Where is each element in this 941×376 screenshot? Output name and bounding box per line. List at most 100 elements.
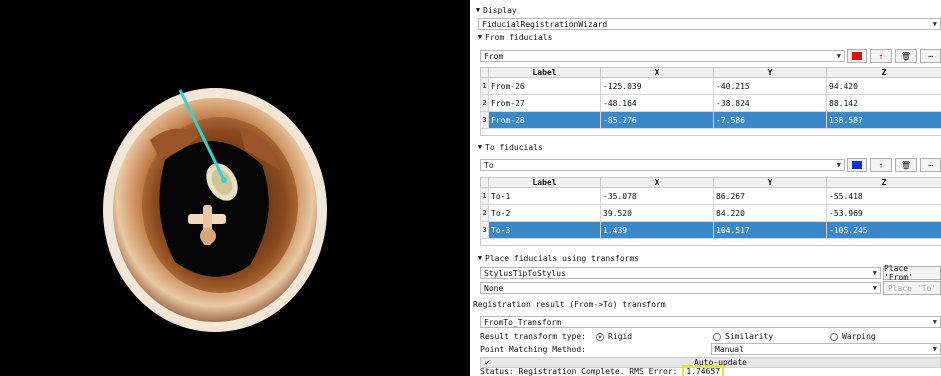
- to-section-header[interactable]: ▼ To fiducials: [475, 141, 543, 153]
- place-section-title: Place fiducials using transforms: [485, 253, 640, 263]
- place-transform2-value: None: [484, 283, 504, 293]
- trash-icon: 🗑: [900, 51, 912, 61]
- row-index: 1: [480, 187, 489, 205]
- to-delete-button[interactable]: 🗑: [895, 158, 917, 172]
- cell-z[interactable]: -105.245: [826, 221, 941, 239]
- checkmark-icon[interactable]: ✔: [485, 358, 490, 367]
- from-color-swatch: [852, 52, 862, 60]
- table-row-selected[interactable]: 3 From-28 -85.276 -7.586 138.587: [480, 111, 941, 129]
- cell-label[interactable]: To-1: [488, 187, 601, 205]
- cell-label[interactable]: To-3: [488, 221, 601, 239]
- radio-rigid[interactable]: Rigid: [596, 330, 632, 342]
- table-row-selected[interactable]: 3 To-3 1.439 104.517 -105.245: [480, 221, 941, 239]
- place-to-button[interactable]: Place 'To': [883, 281, 941, 295]
- radio-warping-label: Warping: [842, 331, 876, 341]
- triangle-down-icon: ▼: [477, 143, 483, 151]
- row-index: 3: [480, 111, 489, 129]
- cell-x[interactable]: 1.439: [600, 221, 714, 239]
- place-section-header[interactable]: ▼ Place fiducials using transforms: [475, 252, 639, 264]
- cell-y[interactable]: -7.586: [713, 111, 827, 129]
- to-color-button[interactable]: [847, 158, 867, 172]
- place-to-label: Place 'To': [887, 283, 937, 293]
- place-transform1-value: StylusTipToStylus: [484, 268, 566, 278]
- to-place-button[interactable]: ⇡: [870, 158, 892, 172]
- column-header-x[interactable]: X: [600, 67, 714, 78]
- radio-warping[interactable]: Warping: [830, 330, 876, 342]
- chevron-down-icon: ▼: [932, 318, 937, 326]
- cell-label[interactable]: From-26: [488, 77, 601, 95]
- module-selector[interactable]: FiducialRegistrationWizard ▼: [478, 18, 941, 30]
- cell-z[interactable]: 138.587: [826, 111, 941, 129]
- from-color-button[interactable]: [847, 49, 867, 63]
- column-header-x[interactable]: X: [600, 177, 714, 188]
- table-row[interactable]: 1 From-26 -125.039 -40.215 94.420: [480, 77, 941, 95]
- cell-x[interactable]: -85.276: [600, 111, 714, 129]
- to-fiducials-table[interactable]: Label X Y Z 1 To-1 -35.078 86.267 -55.41…: [480, 177, 941, 239]
- table-row[interactable]: 1 To-1 -35.078 86.267 -55.418: [480, 187, 941, 205]
- result-type-label: Result transform type:: [480, 330, 586, 342]
- display-section-title: Display: [483, 5, 517, 15]
- radio-similarity[interactable]: Similarity: [713, 330, 773, 342]
- to-color-swatch: [852, 161, 862, 169]
- column-header-y[interactable]: Y: [713, 177, 827, 188]
- corner-header: [480, 177, 489, 188]
- column-header-y[interactable]: Y: [713, 67, 827, 78]
- trash-icon: 🗑: [900, 160, 912, 170]
- from-section-header[interactable]: ▼ From fiducials: [475, 31, 553, 43]
- triangle-down-icon: ▼: [477, 33, 483, 41]
- from-list-value: From: [484, 51, 504, 61]
- result-transform-selector[interactable]: FromTo_Transform ▼: [480, 316, 941, 328]
- from-fiducials-table[interactable]: Label X Y Z 1 From-26 -125.039 -40.215 9…: [480, 67, 941, 129]
- place-transform2-selector[interactable]: None ▼: [480, 282, 881, 294]
- cell-x[interactable]: -35.078: [600, 187, 714, 205]
- cell-y[interactable]: 104.517: [713, 221, 827, 239]
- cell-label[interactable]: From-27: [488, 94, 601, 112]
- cell-x[interactable]: -48.164: [600, 94, 714, 112]
- to-list-value: To: [484, 160, 494, 170]
- cell-y[interactable]: -40.215: [713, 77, 827, 95]
- from-delete-button[interactable]: 🗑: [895, 49, 917, 63]
- from-list-selector[interactable]: From ▼: [480, 50, 845, 62]
- more-icon: ⋯: [928, 160, 933, 170]
- cell-x[interactable]: 39.520: [600, 204, 714, 222]
- registration-panel: ▼ Display FiducialRegistrationWizard ▼ ▼…: [470, 0, 941, 376]
- place-from-label: Place 'From': [884, 264, 913, 282]
- matching-method-label-text: Point Matching Method:: [480, 344, 586, 354]
- radio-unselected-icon: [713, 333, 721, 341]
- chevron-down-icon: ▼: [932, 345, 937, 353]
- place-from-button[interactable]: Place 'From': [883, 264, 941, 282]
- matching-method-selector[interactable]: Manual ▼: [711, 343, 941, 355]
- 3d-viewer[interactable]: [0, 0, 470, 376]
- cell-z[interactable]: -53.969: [826, 204, 941, 222]
- cell-z[interactable]: -55.418: [826, 187, 941, 205]
- column-header-label[interactable]: Label: [488, 177, 601, 188]
- table-row[interactable]: 2 From-27 -48.164 -38.824 88.142: [480, 94, 941, 112]
- cell-z[interactable]: 88.142: [826, 94, 941, 112]
- cell-y[interactable]: 84.220: [713, 204, 827, 222]
- status-text: Status: Registration Complete. RMS Error…: [480, 365, 725, 376]
- place-transform1-selector[interactable]: StylusTipToStylus ▼: [480, 267, 881, 279]
- cell-label[interactable]: To-2: [488, 204, 601, 222]
- cell-y[interactable]: -38.824: [713, 94, 827, 112]
- cell-x[interactable]: -125.039: [600, 77, 714, 95]
- table-row[interactable]: 2 To-2 39.520 84.220 -53.969: [480, 204, 941, 222]
- result-type-label-text: Result transform type:: [480, 331, 586, 341]
- chevron-down-icon: ▼: [932, 20, 937, 28]
- cell-label[interactable]: From-28: [488, 111, 601, 129]
- from-more-button[interactable]: ⋯: [920, 49, 941, 63]
- column-header-z[interactable]: Z: [826, 67, 941, 78]
- chevron-down-icon: ▼: [872, 269, 877, 277]
- to-more-button[interactable]: ⋯: [920, 158, 941, 172]
- cell-z[interactable]: 94.420: [826, 77, 941, 95]
- display-section-header[interactable]: ▼ Display: [473, 4, 517, 16]
- cell-y[interactable]: 86.267: [713, 187, 827, 205]
- triangle-down-icon: ▼: [475, 6, 481, 14]
- chevron-down-icon: ▼: [836, 52, 841, 60]
- row-index: 3: [480, 221, 489, 239]
- result-section-title-text: Registration result (From->To) transform: [473, 299, 666, 309]
- to-list-selector[interactable]: To ▼: [480, 159, 845, 171]
- from-place-button[interactable]: ⇡: [870, 49, 892, 63]
- column-header-label[interactable]: Label: [488, 67, 601, 78]
- column-header-z[interactable]: Z: [826, 177, 941, 188]
- from-table-empty-area: [480, 129, 941, 136]
